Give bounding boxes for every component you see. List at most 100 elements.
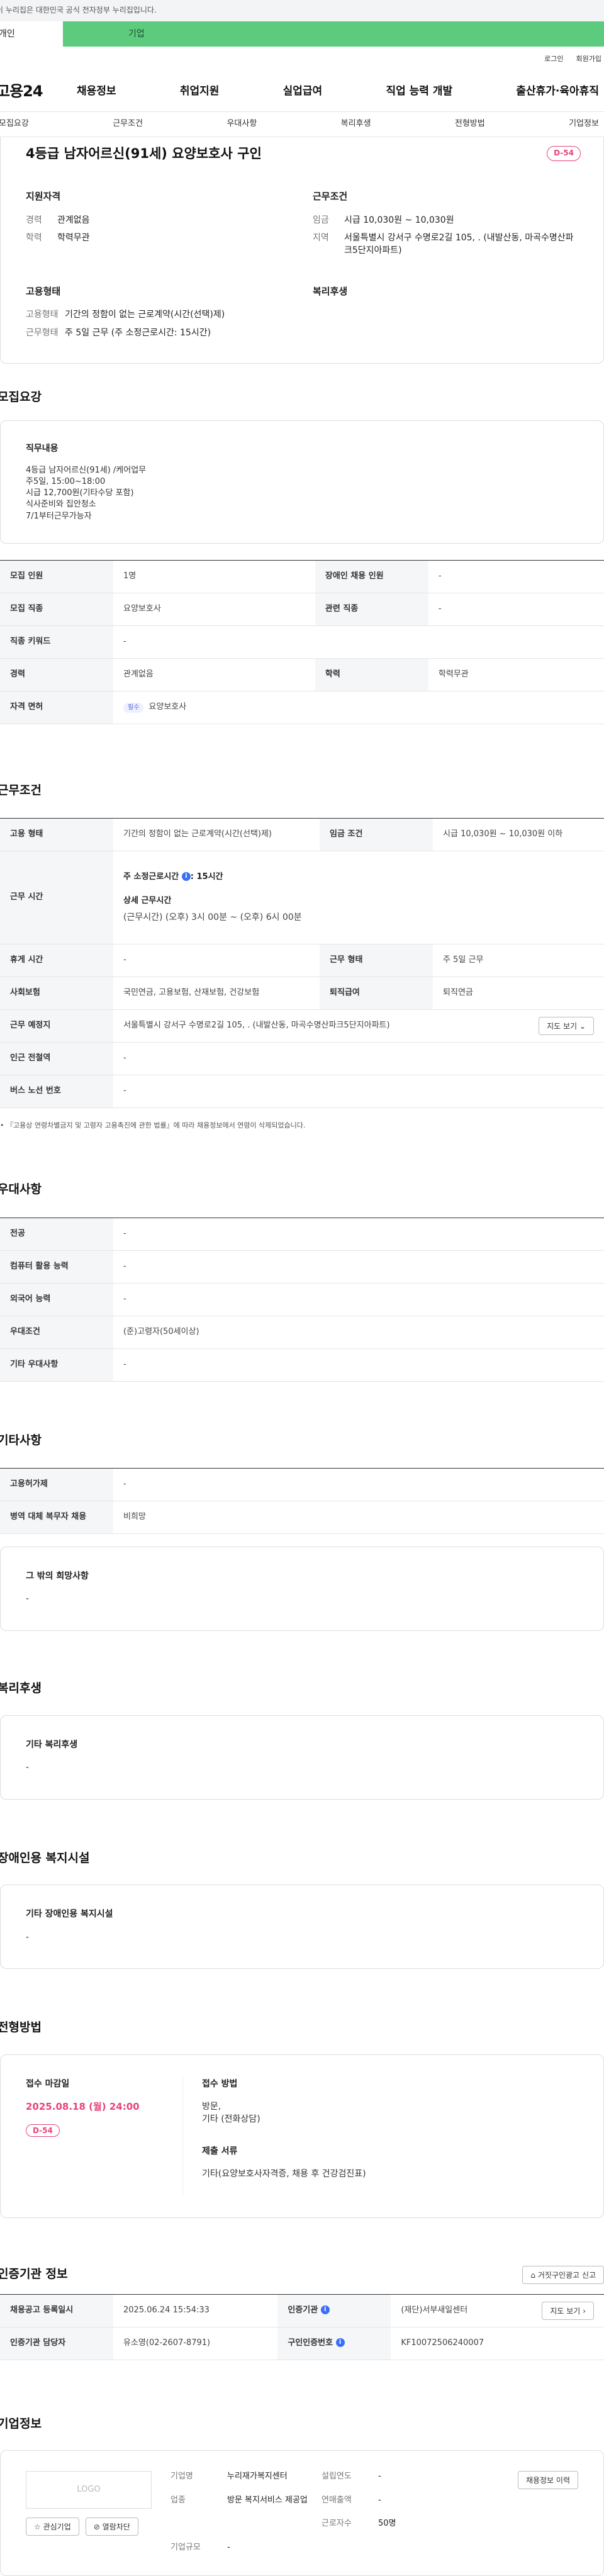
label-text: 지도 보기 bbox=[550, 2306, 581, 2316]
docs-label: 제출 서류 bbox=[202, 2146, 238, 2156]
block-icon: ⊘ bbox=[93, 2523, 100, 2532]
table-row: 외국어 능력 - bbox=[0, 1283, 604, 1316]
gnb-item-parental-leave[interactable]: 출산휴가·육아휴직 bbox=[516, 84, 599, 99]
wage-value: 시급 10,030원 ~ 10,030원 bbox=[344, 215, 454, 225]
table-value-cell: 요양보호사 bbox=[113, 593, 315, 626]
table-value-cell: - bbox=[113, 625, 604, 659]
report-fake-ad-button[interactable]: ⌂ 거짓구인광고 신고 bbox=[522, 2265, 604, 2284]
gnb-item-employment-support[interactable]: 취업지원 bbox=[180, 84, 220, 99]
tab-recruit[interactable]: 모집요강 bbox=[0, 118, 29, 130]
table-value-cell: (재단)서부새일센터 지도 보기 › bbox=[391, 2293, 604, 2327]
member-type-tabs: 개인 기업 bbox=[0, 21, 604, 47]
tab-company[interactable]: 기업 bbox=[63, 21, 604, 47]
age-footnote: • 『고용상 연령차별금지 및 고령자 고용촉진에 관한 법률』에 따라 채용정… bbox=[0, 1121, 306, 1130]
career-value: 관계없음 bbox=[57, 215, 90, 225]
table-value-cell: 서울특별시 강서구 수명로2길 105, . (내발산동, 마곡수명산파크5단지… bbox=[113, 1009, 604, 1043]
recruit-table: 모집 인원 1명 장애인 채용 인원 - 모집 직종 요양보호사 관련 직종 - 직종 키워… bbox=[0, 559, 604, 724]
etc-box: 그 밖의 희망사항 - bbox=[0, 1547, 604, 1632]
preference-section: 우대사항 전공 - 컴퓨터 활용 능력 - 외국어 능력 - 우대조건 (준)고령자(5… bbox=[0, 1181, 604, 1382]
gnb-item-vocational-training[interactable]: 직업 능력 개발 bbox=[386, 84, 452, 99]
tab-company[interactable]: 기업정보 bbox=[569, 118, 599, 130]
table-row: 모집 직종 요양보호사 관련 직종 - bbox=[0, 593, 604, 626]
table-value-cell: - bbox=[113, 1042, 604, 1076]
info-label: 근로자수 bbox=[322, 2519, 352, 2529]
table-label-cell: 외국어 능력 bbox=[0, 1283, 113, 1316]
process-box: 접수 마감일 2025.08.18 (월) 24:00 D-54 접수 방법 방… bbox=[0, 2054, 604, 2218]
global-nav: 고용24 채용정보 취업지원 실업급여 직업 능력 개발 출산휴가·육아휴직 bbox=[0, 72, 604, 112]
info-icon[interactable]: i bbox=[181, 872, 191, 882]
duty-label: 직무내용 bbox=[26, 443, 59, 454]
table-label-cell: 관련 직종 bbox=[315, 593, 428, 626]
info-value bbox=[171, 2518, 227, 2532]
deadline-value: 2025.08.18 (월) 24:00 bbox=[26, 2101, 140, 2113]
gnb-menu: 채용정보 취업지원 실업급여 직업 능력 개발 출산휴가·육아휴직 bbox=[64, 84, 604, 99]
interest-company-button[interactable]: ☆ 관심기업 bbox=[26, 2517, 79, 2536]
cert-table: 채용공고 등록일시 2025.06.24 15:54:33 인증기관 i (재단)… bbox=[0, 2293, 604, 2360]
table-value-cell: (준)고령자(50세이상) bbox=[113, 1316, 604, 1349]
company-section: 기업정보 LOGO ☆ 관심기업 ⊘ 열람차단 기업명 누리재가복지센터 설립연도… bbox=[0, 2416, 604, 2576]
preference-title: 우대사항 bbox=[0, 1182, 42, 1197]
disability-section: 장애인용 복지시설 기타 장애인용 복지시설 - bbox=[0, 1850, 604, 1969]
info-label: 기업명 bbox=[171, 2472, 193, 2482]
license-value: 요양보호사 bbox=[148, 702, 187, 712]
table-label-cell: 경력 bbox=[0, 658, 113, 692]
table-value-cell: - bbox=[428, 593, 604, 626]
tab-process[interactable]: 전형방법 bbox=[455, 118, 485, 130]
qualification-block: 지원자격 경력 관계없음 학력 학력무관 bbox=[26, 190, 294, 262]
table-value-cell: - bbox=[113, 1283, 604, 1316]
process-section: 전형방법 접수 마감일 2025.08.18 (월) 24:00 D-54 접수… bbox=[0, 2019, 604, 2218]
table-row: 우대조건 (준)고령자(50세이상) bbox=[0, 1316, 604, 1349]
welfare-heading: 복리후생 bbox=[313, 285, 348, 297]
table-label-cell: 고용 형태 bbox=[0, 818, 113, 852]
label-text: 인증기관 bbox=[288, 2305, 318, 2315]
tab-work-conditions[interactable]: 근무조건 bbox=[113, 118, 143, 130]
region-label: 지역 bbox=[313, 233, 329, 244]
table-row: 근무 시간 주 소정근로시간 i: 15시간 상세 근무시간 (근무시간) (오… bbox=[0, 851, 604, 945]
login-link[interactable]: 로그인 bbox=[544, 54, 563, 64]
table-value-cell: 국민연금, 고용보험, 산재보험, 건강보험 bbox=[113, 977, 320, 1011]
table-label-cell: 근무 예정지 bbox=[0, 1009, 113, 1043]
preference-table: 전공 - 컴퓨터 활용 능력 - 외국어 능력 - 우대조건 (준)고령자(50세이상)… bbox=[0, 1217, 604, 1382]
table-label-cell: 인증기관 담당자 bbox=[0, 2327, 113, 2360]
table-row: 모집 인원 1명 장애인 채용 인원 - bbox=[0, 559, 604, 593]
table-row: 인근 전철역 - bbox=[0, 1042, 604, 1076]
site-logo[interactable]: 고용24 bbox=[0, 81, 64, 103]
etc-value: - bbox=[26, 1594, 30, 1604]
block-view-button[interactable]: ⊘ 열람차단 bbox=[85, 2517, 138, 2536]
info-value: 기타 (전화상담) bbox=[202, 2114, 260, 2125]
table-value-cell: - bbox=[113, 944, 320, 978]
info-value: - bbox=[227, 2542, 230, 2552]
disability-label: 기타 장애인용 복지시설 bbox=[26, 1909, 113, 1920]
bell-icon: ⌂ bbox=[530, 2270, 536, 2280]
company-logo: LOGO bbox=[26, 2471, 152, 2509]
region-value: 서울특별시 강서구 수명로2길 105, . (내발산동, 마곡수명산파크5단지… bbox=[344, 233, 574, 256]
map-view-button[interactable]: 지도 보기 ⌄ bbox=[539, 1017, 594, 1036]
other-table: 고용허가제 - 병역 대체 복무자 채용 비희망 bbox=[0, 1468, 604, 1535]
tab-welfare[interactable]: 복리후생 bbox=[341, 118, 371, 130]
info-value: 식사준비와 집안청소 bbox=[26, 500, 96, 510]
utility-links: 로그인 회원가입 bbox=[0, 47, 604, 72]
conditions-block: 근무조건 임금 시급 10,030원 ~ 10,030원 지역 서울특별시 강서구 … bbox=[313, 190, 581, 262]
gnb-item-unemployment-benefit[interactable]: 실업급여 bbox=[283, 84, 323, 99]
table-value-cell: 기간의 정함이 없는 근로계약(시간(선택)제) bbox=[113, 818, 320, 852]
cert-section: 인증기관 정보 ⌂ 거짓구인광고 신고 채용공고 등록일시 2025.06.24 … bbox=[0, 2265, 604, 2360]
table-row: 인증기관 담당자 유소영(02-2607-8791) 구인인증번호 i KF100… bbox=[0, 2327, 604, 2360]
tab-individual[interactable]: 개인 bbox=[0, 21, 63, 47]
table-value-cell: - bbox=[113, 1348, 604, 1382]
tab-preference[interactable]: 우대사항 bbox=[226, 118, 257, 130]
employment-block: 고용형태 고용형태 기간의 정함이 없는 근로계약(시간(선택)제) 근무형태 주 … bbox=[26, 285, 294, 344]
welfare-label: 기타 복리후생 bbox=[26, 1739, 78, 1750]
gnb-item-jobs[interactable]: 채용정보 bbox=[77, 84, 116, 99]
work-form-value: 주 5일 근무 (주 소정근로시간: 15시간) bbox=[65, 327, 211, 338]
table-label-cell: 병역 대체 복무자 채용 bbox=[0, 1501, 113, 1535]
signup-link[interactable]: 회원가입 bbox=[576, 54, 601, 64]
emp-type-value: 기간의 정함이 없는 근로계약(시간(선택)제) bbox=[65, 310, 225, 320]
table-row: 휴게 시간 - 근무 형태 주 5일 근무 bbox=[0, 944, 604, 978]
agency-map-button[interactable]: 지도 보기 › bbox=[542, 2301, 594, 2320]
info-icon[interactable]: i bbox=[320, 2305, 330, 2315]
info-label: 기업규모 bbox=[171, 2542, 201, 2552]
conditions-heading: 근무조건 bbox=[313, 191, 348, 202]
info-value: 주5일, 15:00~18:00 bbox=[26, 477, 106, 487]
info-icon[interactable]: i bbox=[335, 2338, 345, 2348]
employment-heading: 고용형태 bbox=[26, 285, 61, 297]
